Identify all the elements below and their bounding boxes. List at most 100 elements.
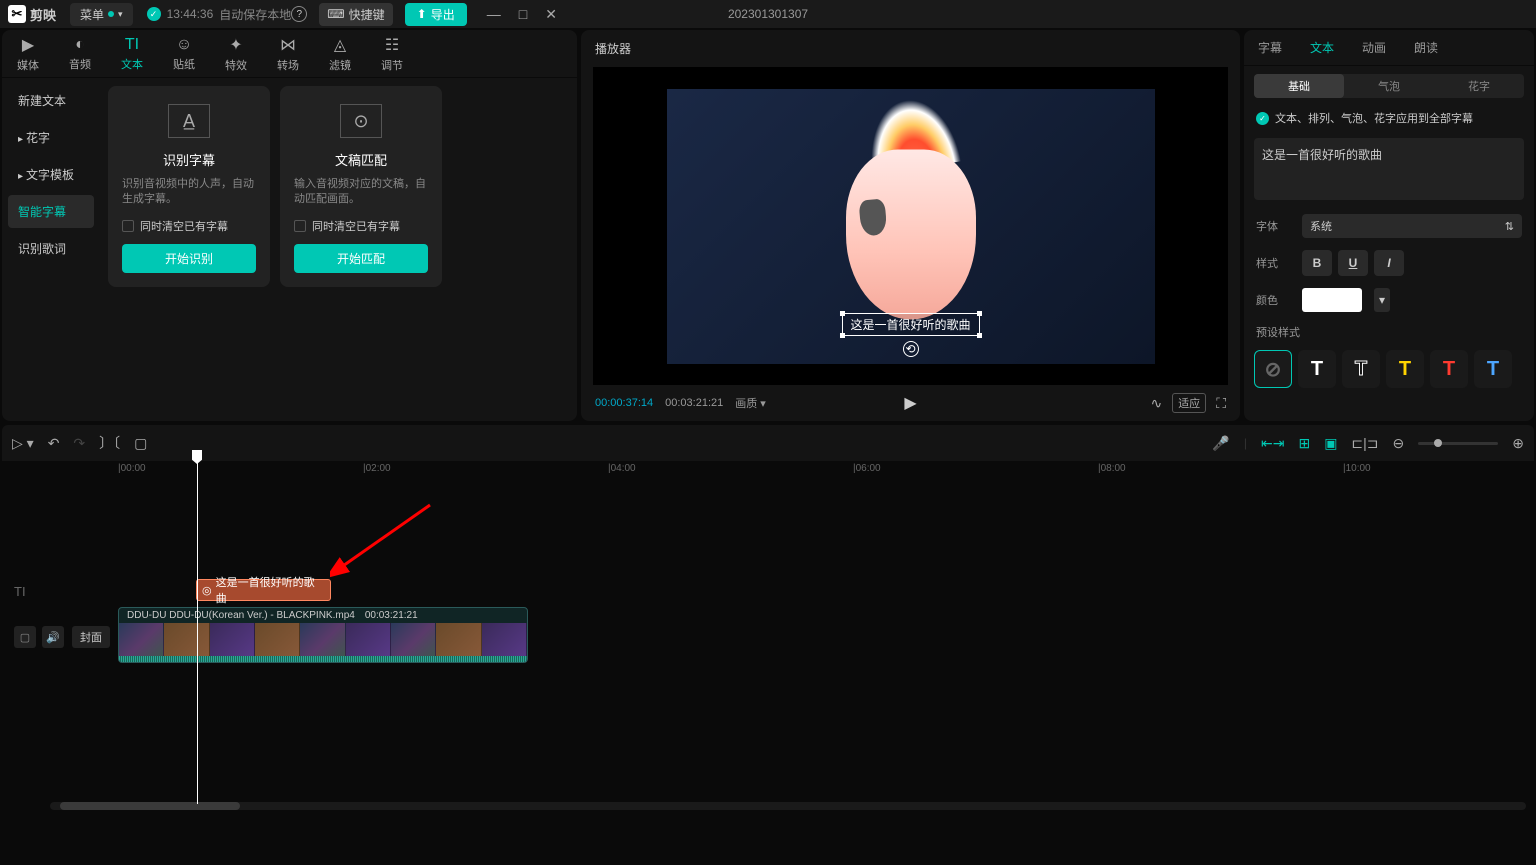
- split-tool[interactable]: 〕〔: [99, 433, 120, 453]
- font-select[interactable]: 系统⇅: [1302, 214, 1522, 238]
- inspector-tab-3[interactable]: 朗读: [1400, 30, 1452, 65]
- inspector-tab-1[interactable]: 文本: [1296, 30, 1348, 65]
- cards-area: A̲ 识别字幕 识别音视频中的人声，自动生成字幕。 同时清空已有字幕 开始识别 …: [100, 78, 577, 421]
- zoom-in-icon[interactable]: ⊕: [1512, 435, 1524, 452]
- app-name: 剪映: [30, 5, 56, 24]
- style-label: 样式: [1256, 255, 1292, 271]
- time-current: 00:00:37:14: [595, 397, 653, 409]
- shortcut-button[interactable]: ⌨ 快捷键: [319, 3, 392, 26]
- undo-button[interactable]: ↶: [48, 435, 60, 452]
- video-clip[interactable]: DDU-DU DDU-DU(Korean Ver.) - BLACKPINK.m…: [118, 607, 528, 663]
- inspector-panel: 字幕文本动画朗读 基础气泡花字 ✓ 文本、排列、气泡、花字应用到全部字幕 字体 …: [1244, 30, 1534, 421]
- maximize-button[interactable]: □: [519, 6, 527, 23]
- card-desc: 输入音视频对应的文稿，自动匹配画面。: [294, 177, 428, 208]
- bold-button[interactable]: B: [1302, 250, 1332, 276]
- card-button[interactable]: 开始匹配: [294, 244, 428, 273]
- media-tab-7[interactable]: ☷调节: [366, 30, 418, 77]
- checkbox-checked-icon: ✓: [1256, 112, 1269, 125]
- sidebar-item-3[interactable]: 智能字幕: [8, 195, 94, 228]
- export-button[interactable]: ⬆ 导出: [405, 3, 467, 26]
- sidebar-item-0[interactable]: 新建文本: [8, 84, 94, 117]
- timeline-ruler[interactable]: |00:00|02:00|04:00|06:00|08:00|10:00: [118, 461, 1536, 479]
- card-button[interactable]: 开始识别: [122, 244, 256, 273]
- media-tab-5[interactable]: ⋈转场: [262, 30, 314, 77]
- play-button[interactable]: ▶: [904, 393, 916, 413]
- project-title: 202301301307: [728, 7, 808, 21]
- track-lock-button[interactable]: ▢: [14, 626, 36, 648]
- redo-button[interactable]: ↷: [73, 435, 85, 452]
- zoom-slider[interactable]: [1418, 442, 1498, 445]
- caption-overlay[interactable]: 这是一首很好听的歌曲 ⟲: [841, 313, 979, 336]
- close-button[interactable]: ✕: [545, 6, 557, 23]
- sidebar-item-4[interactable]: 识别歌词: [8, 232, 94, 265]
- card-checkbox[interactable]: 同时清空已有字幕: [294, 218, 428, 234]
- titlebar: ✂ 剪映 菜单 ▾ ✓ 13:44:36 自动保存本地 202301301307…: [0, 0, 1536, 28]
- rotate-handle-icon[interactable]: ⟲: [902, 341, 918, 357]
- caption-textarea[interactable]: [1254, 138, 1524, 200]
- track-mute-button[interactable]: 🔊: [42, 626, 64, 648]
- media-tab-4[interactable]: ✦特效: [210, 30, 262, 77]
- player-controls: 00:00:37:14 00:03:21:21 画质 ▾ ▶ ∿ 适应 ⛶: [581, 385, 1240, 421]
- inspector-subtab-2[interactable]: 花字: [1434, 74, 1524, 98]
- preset-2[interactable]: T: [1342, 350, 1380, 388]
- inspector-subtab-0[interactable]: 基础: [1254, 74, 1344, 98]
- inspector-tab-0[interactable]: 字幕: [1244, 30, 1296, 65]
- preset-3[interactable]: T: [1386, 350, 1424, 388]
- underline-button[interactable]: U: [1338, 250, 1368, 276]
- media-tab-1[interactable]: ◐音频: [54, 30, 106, 77]
- text-sidebar: 新建文本花字文字模板智能字幕识别歌词: [2, 78, 100, 421]
- zoom-out-icon[interactable]: ⊖: [1393, 435, 1405, 452]
- horizontal-scrollbar[interactable]: [50, 802, 1526, 810]
- ratio-button[interactable]: 适应: [1172, 393, 1206, 413]
- menu-button[interactable]: 菜单 ▾: [70, 3, 133, 26]
- text-clip[interactable]: ◎ 这是一首很好听的歌曲: [196, 579, 331, 601]
- media-tab-3[interactable]: ☺贴纸: [158, 30, 210, 77]
- color-dropdown[interactable]: ▾: [1374, 288, 1390, 312]
- italic-button[interactable]: I: [1374, 250, 1404, 276]
- cover-button[interactable]: 封面: [72, 626, 110, 648]
- preview-icon[interactable]: ▣: [1324, 435, 1337, 452]
- media-tabs: ▶媒体◐音频TI文本☺贴纸✦特效⋈转场◬滤镜☷调节: [2, 30, 577, 78]
- color-label: 颜色: [1256, 292, 1292, 308]
- minimize-button[interactable]: —: [487, 6, 501, 23]
- apply-all-checkbox[interactable]: ✓ 文本、排列、气泡、花字应用到全部字幕: [1244, 106, 1534, 130]
- preset-none[interactable]: ⊘: [1254, 350, 1292, 388]
- media-tab-6[interactable]: ◬滤镜: [314, 30, 366, 77]
- logo-icon: ✂: [8, 5, 26, 23]
- ruler-mark: |00:00: [118, 463, 146, 474]
- player-header: 播放器: [581, 30, 1240, 67]
- autosave-status: ✓ 13:44:36 自动保存本地: [147, 6, 292, 23]
- inspector-tab-2[interactable]: 动画: [1348, 30, 1400, 65]
- time-total: 00:03:21:21: [665, 397, 723, 409]
- sidebar-item-1[interactable]: 花字: [8, 121, 94, 154]
- media-panel: ▶媒体◐音频TI文本☺贴纸✦特效⋈转场◬滤镜☷调节 新建文本花字文字模板智能字幕…: [2, 30, 577, 421]
- quality-dropdown[interactable]: 画质 ▾: [735, 395, 766, 411]
- playhead[interactable]: [197, 452, 198, 804]
- snap-icon[interactable]: ⇤⇥: [1261, 435, 1284, 452]
- select-tool[interactable]: ▷ ▾: [12, 435, 34, 452]
- preset-4[interactable]: T: [1430, 350, 1468, 388]
- ruler-mark: |02:00: [363, 463, 391, 474]
- video-frame: 这是一首很好听的歌曲 ⟲: [667, 89, 1155, 364]
- inspector-subtab-1[interactable]: 气泡: [1344, 74, 1434, 98]
- mic-icon[interactable]: 🎤: [1212, 435, 1229, 452]
- card-desc: 识别音视频中的人声，自动生成字幕。: [122, 177, 256, 208]
- card-checkbox[interactable]: 同时清空已有字幕: [122, 218, 256, 234]
- card-icon: ⊙: [340, 104, 382, 138]
- preset-label: 预设样式: [1244, 318, 1534, 346]
- preset-5[interactable]: T: [1474, 350, 1512, 388]
- media-tab-0[interactable]: ▶媒体: [2, 30, 54, 77]
- video-track: ▢ 🔊 封面 DDU-DU DDU-DU(Korean Ver.) - BLAC…: [0, 607, 1536, 667]
- media-tab-2[interactable]: TI文本: [106, 30, 158, 77]
- clip-icon[interactable]: ⊏|⊐: [1351, 435, 1378, 452]
- text-clip-icon: ◎: [202, 584, 212, 597]
- player-viewport[interactable]: 这是一首很好听的歌曲 ⟲: [593, 67, 1228, 385]
- help-icon[interactable]: ?: [291, 6, 307, 22]
- preset-1[interactable]: T: [1298, 350, 1336, 388]
- color-swatch[interactable]: [1302, 288, 1362, 312]
- waveform-icon[interactable]: ∿: [1150, 395, 1162, 412]
- sidebar-item-2[interactable]: 文字模板: [8, 158, 94, 191]
- fullscreen-icon[interactable]: ⛶: [1216, 395, 1226, 412]
- link-icon[interactable]: ⊞: [1298, 435, 1310, 452]
- delete-tool[interactable]: ▢: [134, 435, 147, 452]
